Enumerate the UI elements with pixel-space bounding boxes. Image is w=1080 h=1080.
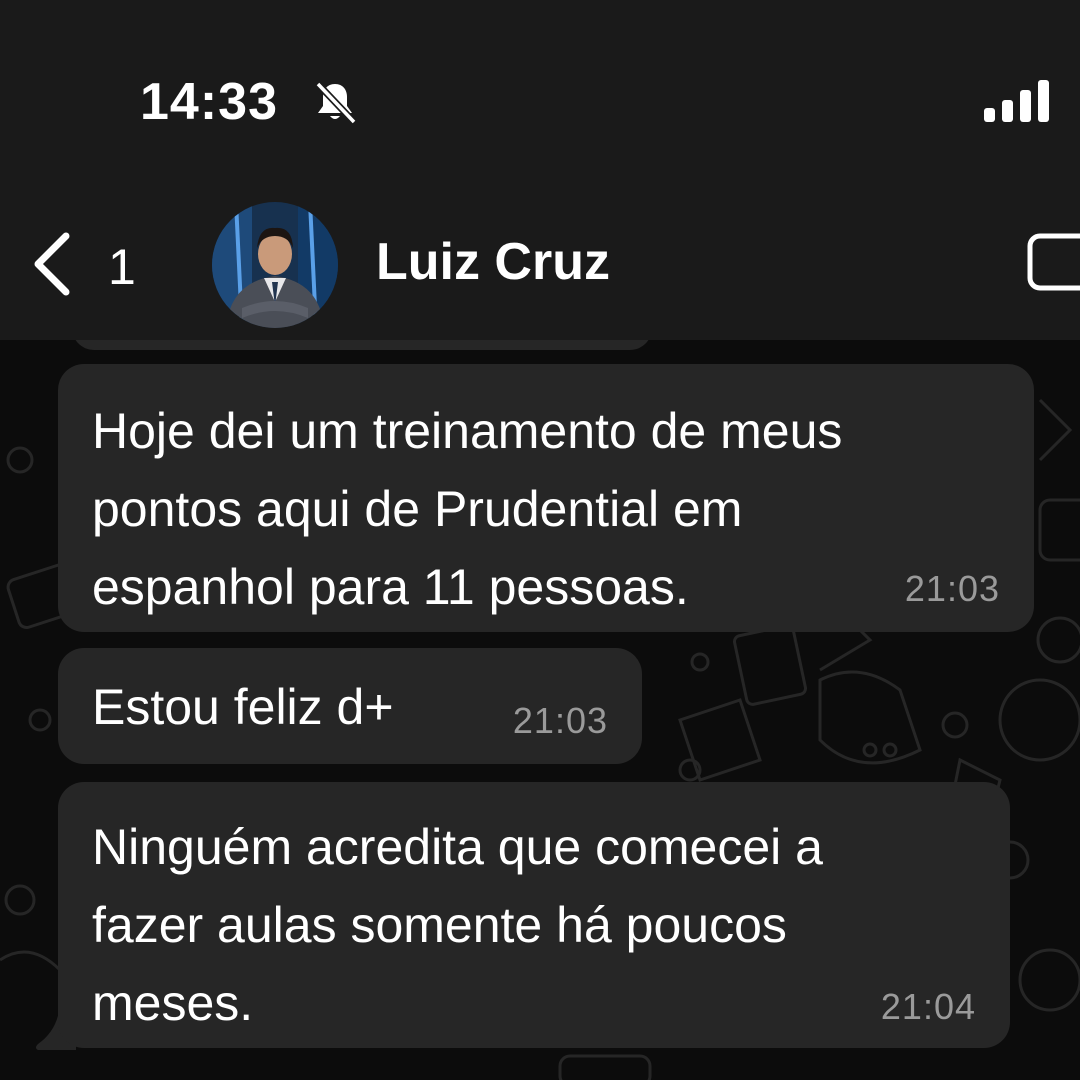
message-bubble[interactable]: Ninguém acredita que comecei a fazer aul… <box>58 782 1010 1048</box>
video-call-icon[interactable] <box>1026 232 1080 292</box>
back-button[interactable]: 1 <box>28 228 148 300</box>
unread-count: 1 <box>108 239 136 295</box>
message-bubble[interactable]: Estou feliz d+ 21:03 <box>58 648 642 764</box>
contact-avatar[interactable] <box>212 202 338 328</box>
message-time: 21:04 <box>880 986 976 1027</box>
message-bubble[interactable]: Hoje dei um treinamento de meus pontos a… <box>58 364 1034 632</box>
message-text: Hoje dei um treinamento de meus pontos a… <box>92 403 843 615</box>
previous-message-edge <box>72 340 652 350</box>
message-time: 21:03 <box>904 568 1000 609</box>
chat-area[interactable]: Hoje dei um treinamento de meus pontos a… <box>0 340 1080 1080</box>
chevron-left-icon <box>34 232 70 296</box>
message-time: 21:03 <box>512 700 608 741</box>
bell-slash-icon <box>315 81 357 125</box>
contact-name[interactable]: Luiz Cruz <box>376 232 610 292</box>
cellular-signal-icon <box>984 80 1049 122</box>
message-text: Estou feliz d+ <box>92 679 394 735</box>
message-text: Ninguém acredita que comecei a fazer aul… <box>92 819 823 1031</box>
status-time: 14:33 <box>140 73 278 131</box>
top-bar: 14:33 1 Luiz Cruz <box>0 0 1080 340</box>
person-photo-icon <box>212 202 338 328</box>
